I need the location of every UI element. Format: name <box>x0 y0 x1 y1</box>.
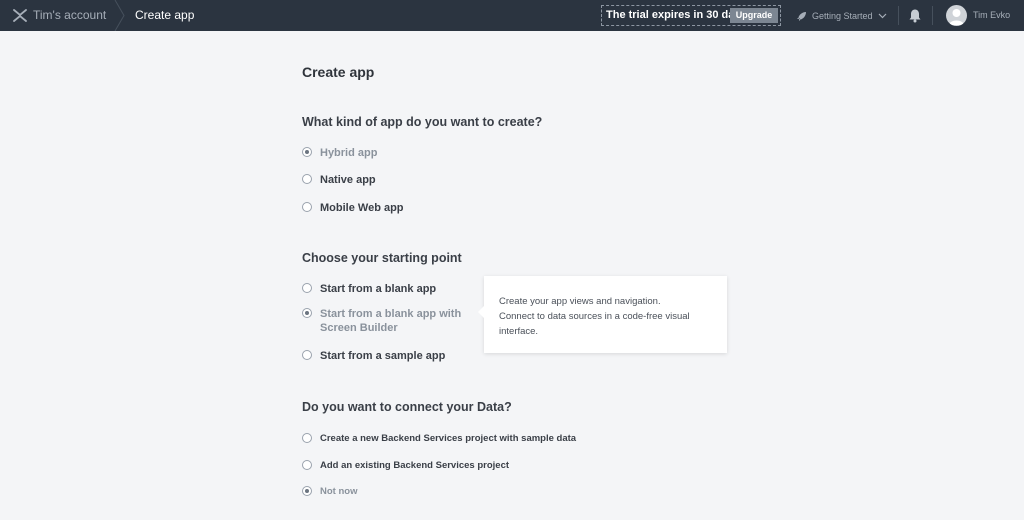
option-label: Start from a sample app <box>320 350 446 362</box>
radio-button[interactable] <box>302 174 312 184</box>
tooltip-line: Create your app views and navigation. <box>499 296 661 307</box>
upgrade-button[interactable]: Upgrade <box>730 8 778 23</box>
breadcrumb-current: Create app <box>135 8 195 22</box>
rocket-icon <box>797 11 806 21</box>
option-label-line: Start from a blank app with <box>320 308 462 320</box>
option-existing-backend-project[interactable]: Add an existing Backend Services project <box>302 459 509 473</box>
radio-button[interactable] <box>302 283 312 293</box>
option-label: Add an existing Backend Services project <box>320 460 510 471</box>
option-label: Not now <box>320 486 358 497</box>
tooltip-line: Connect to data sources in a code-free v… <box>499 311 690 322</box>
option-label: Start from a blank app with Screen Build… <box>320 307 461 335</box>
screen-builder-tooltip: Create your app views and navigation. Co… <box>478 276 727 353</box>
option-not-now[interactable]: Not now <box>302 485 357 499</box>
option-label: Native app <box>320 174 376 186</box>
app-type-heading: What kind of app do you want to create? <box>302 115 543 129</box>
radio-button[interactable] <box>302 147 312 157</box>
connect-data-heading: Do you want to connect your Data? <box>302 400 512 414</box>
getting-started-label: Getting Started <box>812 11 873 21</box>
page-title: Create app <box>302 64 375 80</box>
option-mobile-web-app[interactable]: Mobile Web app <box>302 201 404 215</box>
getting-started-menu[interactable]: Getting Started <box>796 8 887 24</box>
radio-button[interactable] <box>302 433 312 443</box>
option-label: Mobile Web app <box>320 202 404 214</box>
trial-banner: The trial expires in 30 days. Upgrade <box>601 5 781 26</box>
option-sample-app[interactable]: Start from a sample app <box>302 349 445 363</box>
breadcrumb-separator-icon <box>114 0 125 31</box>
trial-text: The trial expires in 30 days. <box>606 9 750 21</box>
option-label-line: Screen Builder <box>320 322 398 334</box>
radio-button[interactable] <box>302 460 312 470</box>
top-bar: Tim's account Create app The trial expir… <box>0 0 1024 31</box>
option-native-app[interactable]: Native app <box>302 173 376 187</box>
radio-button[interactable] <box>302 202 312 212</box>
radio-button[interactable] <box>302 350 312 360</box>
option-screen-builder[interactable]: Start from a blank app with Screen Build… <box>302 307 461 335</box>
option-label: Hybrid app <box>320 147 378 159</box>
tooltip-line: interface. <box>499 326 539 337</box>
user-avatar-icon[interactable] <box>946 5 967 26</box>
option-label: Start from a blank app <box>320 283 437 295</box>
radio-button[interactable] <box>302 308 312 318</box>
account-link[interactable]: Tim's account <box>33 8 106 22</box>
bell-icon[interactable] <box>908 8 922 23</box>
radio-button[interactable] <box>302 486 312 496</box>
option-new-backend-project[interactable]: Create a new Backend Services project wi… <box>302 432 576 446</box>
starting-point-heading: Choose your starting point <box>302 251 462 265</box>
user-name[interactable]: Tim Evko <box>973 10 1010 20</box>
app-logo-icon[interactable] <box>13 9 27 22</box>
header-divider <box>932 6 933 25</box>
chevron-down-icon <box>878 13 886 19</box>
option-label: Create a new Backend Services project wi… <box>320 433 577 444</box>
header-divider <box>898 6 899 25</box>
option-hybrid-app[interactable]: Hybrid app <box>302 146 377 160</box>
option-blank-app[interactable]: Start from a blank app <box>302 282 436 296</box>
